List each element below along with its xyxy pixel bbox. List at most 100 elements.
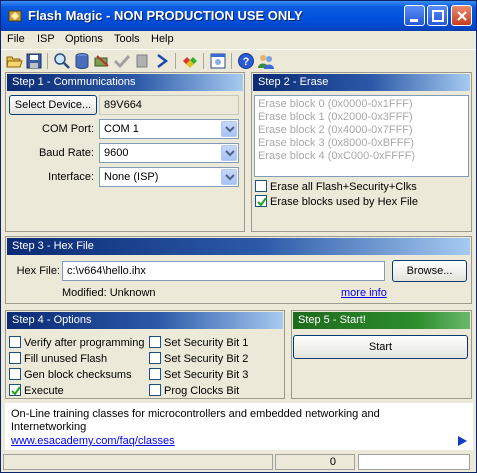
checkbox-box[interactable] [149, 336, 161, 349]
modified-status: Modified: Unknown [62, 287, 156, 299]
list-item[interactable]: Erase block 1 (0x2000-0x3FFF) [258, 111, 465, 124]
step1-header: Step 1 - Communications [7, 74, 243, 91]
status-pane-main [3, 454, 273, 470]
users-icon[interactable] [257, 52, 275, 70]
app-window: Flash Magic - NON PRODUCTION USE ONLY Fi… [0, 0, 477, 473]
execute-checkbox[interactable]: Execute [9, 384, 64, 397]
list-item[interactable]: Erase block 3 (0x8000-0xBFFF) [258, 137, 465, 150]
com-port-select[interactable]: COM 1 [99, 119, 239, 139]
checkbox-box[interactable] [9, 336, 21, 349]
minimize-button[interactable] [404, 5, 425, 26]
menu-tools[interactable]: Tools [114, 33, 140, 45]
checkbox-box[interactable] [149, 352, 161, 365]
go-icon[interactable] [153, 52, 171, 70]
select-device-button[interactable]: Select Device... [9, 95, 97, 115]
step1-group: Step 1 - Communications Select Device...… [5, 72, 245, 232]
step5-group: Step 5 - Start! Start [291, 310, 472, 399]
com-port-dropdown-button[interactable] [221, 121, 237, 137]
step4-header: Step 4 - Options [7, 312, 283, 329]
interface-label: Interface: [48, 171, 94, 183]
gems-icon[interactable] [181, 52, 199, 70]
menu-isp[interactable]: ISP [37, 33, 55, 45]
erase-all-label: Erase all Flash+Security+Clks [270, 181, 417, 193]
baud-rate-value: 9600 [104, 147, 129, 159]
chevron-down-icon [225, 126, 235, 133]
app-icon [8, 10, 22, 22]
toolbar-separator [47, 53, 48, 69]
title-bar[interactable]: Flash Magic - NON PRODUCTION USE ONLY [1, 1, 476, 31]
list-item[interactable]: Erase block 0 (0x0000-0x1FFF) [258, 98, 465, 111]
baud-rate-dropdown-button[interactable] [221, 145, 237, 161]
more-info-link[interactable]: more info [341, 287, 387, 299]
erase-used-label: Erase blocks used by Hex File [270, 196, 418, 208]
check-icon[interactable] [113, 52, 131, 70]
save-icon[interactable] [25, 52, 43, 70]
erase-used-checkbox[interactable]: Erase blocks used by Hex File [255, 195, 418, 208]
interface-value: None (ISP) [104, 171, 159, 183]
step5-header: Step 5 - Start! [293, 312, 470, 329]
close-button[interactable] [451, 5, 472, 26]
menu-bar: File ISP Options Tools Help [1, 31, 476, 49]
checkbox-box[interactable] [9, 352, 21, 365]
chevron-down-icon [225, 174, 235, 181]
help-icon[interactable]: ? [237, 52, 255, 70]
start-button[interactable]: Start [293, 335, 468, 359]
gen-checksums-checkbox[interactable]: Gen block checksums [9, 368, 132, 381]
toolbar-separator [175, 53, 176, 69]
security-bit3-checkbox[interactable]: Set Security Bit 3 [149, 368, 249, 381]
prog-clocks-checkbox[interactable]: Prog Clocks Bit [149, 384, 239, 397]
checkbox-box[interactable] [9, 368, 21, 381]
toolbar-separator [231, 53, 232, 69]
fill-unused-checkbox[interactable]: Fill unused Flash [9, 352, 107, 365]
checkbox-box[interactable] [149, 384, 161, 397]
open-icon[interactable] [5, 52, 23, 70]
maximize-button[interactable] [427, 5, 448, 26]
window-icon[interactable] [209, 52, 227, 70]
option-label: Set Security Bit 3 [164, 369, 249, 381]
close-icon [457, 11, 467, 21]
baud-rate-label: Baud Rate: [38, 147, 94, 159]
find-icon[interactable] [53, 52, 71, 70]
erase-blocks-list[interactable]: Erase block 0 (0x0000-0x1FFF) Erase bloc… [254, 95, 469, 177]
esacademy-link[interactable]: www.esacademy.com/faq/classes [11, 435, 175, 447]
menu-help[interactable]: Help [151, 33, 174, 45]
erase-all-checkbox[interactable]: Erase all Flash+Security+Clks [255, 180, 417, 193]
progress-bar [358, 454, 470, 470]
checkbox-box[interactable] [9, 384, 21, 397]
device-field: 89V664 [99, 95, 239, 115]
menu-file[interactable]: File [7, 33, 25, 45]
run-icon[interactable] [133, 52, 151, 70]
checkmark-icon [11, 386, 21, 396]
hex-file-input[interactable]: c:\v664\hello.ihx [62, 261, 385, 281]
status-value: 0 [275, 454, 355, 470]
baud-rate-select[interactable]: 9600 [99, 143, 239, 163]
list-item[interactable]: Erase block 2 (0x4000-0x7FFF) [258, 124, 465, 137]
security-bit2-checkbox[interactable]: Set Security Bit 2 [149, 352, 249, 365]
option-label: Set Security Bit 2 [164, 353, 249, 365]
play-arrow-icon[interactable] [456, 435, 468, 447]
checkmark-icon [257, 197, 267, 207]
maximize-icon [432, 10, 444, 22]
security-bit1-checkbox[interactable]: Set Security Bit 1 [149, 336, 249, 349]
menu-options[interactable]: Options [65, 33, 103, 45]
checkbox-box[interactable] [149, 368, 161, 381]
verify-checkbox[interactable]: Verify after programming [9, 336, 144, 349]
interface-select[interactable]: None (ISP) [99, 167, 239, 187]
svg-text:?: ? [243, 56, 250, 68]
option-label: Execute [24, 385, 64, 397]
browse-button[interactable]: Browse... [392, 260, 467, 282]
chevron-down-icon [225, 150, 235, 157]
list-item[interactable]: Erase block 4 (0xC000-0xFFFF) [258, 150, 465, 163]
option-label: Gen block checksums [24, 369, 132, 381]
com-port-value: COM 1 [104, 123, 139, 135]
interface-dropdown-button[interactable] [221, 169, 237, 185]
erase-icon[interactable] [93, 52, 111, 70]
status-bar: 0 [1, 452, 476, 472]
option-label: Set Security Bit 1 [164, 337, 249, 349]
checkbox-box[interactable] [255, 180, 267, 193]
com-port-label: COM Port: [42, 123, 94, 135]
checkbox-box[interactable] [255, 195, 267, 208]
hex-file-label: Hex File: [16, 265, 60, 277]
window-title: Flash Magic - NON PRODUCTION USE ONLY [28, 8, 303, 23]
database-icon[interactable] [73, 52, 91, 70]
